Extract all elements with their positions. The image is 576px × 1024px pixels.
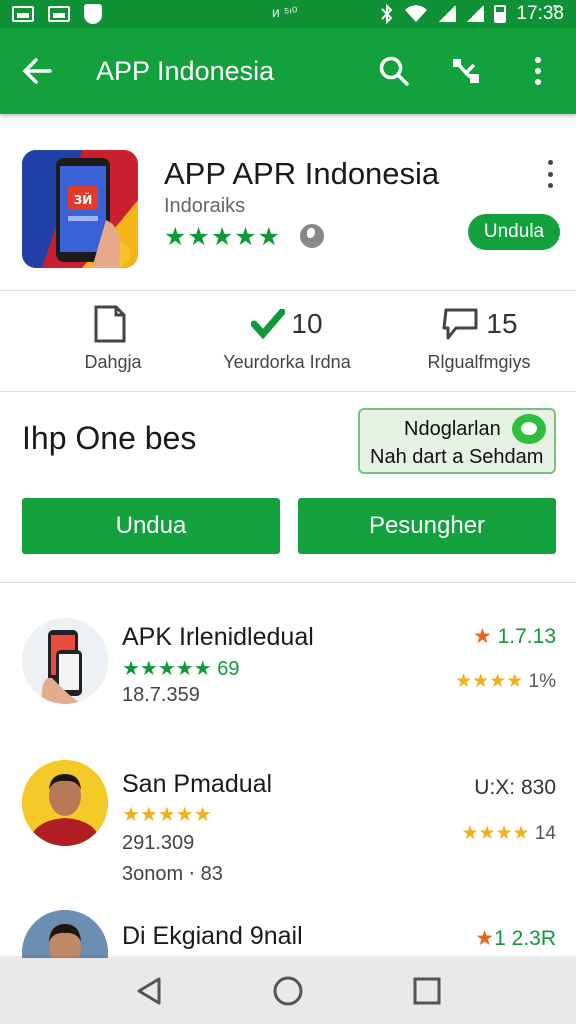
divider (0, 391, 576, 392)
list-item-rating: ★★★★★ (122, 802, 212, 827)
nav-recents-button[interactable] (407, 971, 447, 1011)
search-icon (379, 56, 409, 86)
nav-back-button[interactable] (129, 971, 169, 1011)
back-triangle-icon (137, 977, 161, 1005)
status-bar: ᴎ ⁵ᶦ⁰ 17:3̃8 (0, 0, 576, 28)
app-more-icon[interactable] (538, 160, 562, 188)
star-icon: ★ (472, 625, 492, 648)
install-button[interactable]: Undula (468, 214, 560, 250)
list-item-right-suffix: 1% (528, 671, 556, 692)
share-icon (453, 59, 479, 83)
section-title: Ihp One bes (22, 420, 197, 456)
stat-reviews: 15 Rlgualfmgiys (384, 300, 574, 373)
divider (0, 582, 576, 583)
promo-card-line2: Nah dart a Sehdam (370, 446, 544, 468)
list-item-right-stars: ★★★★ (455, 671, 524, 692)
stat-rating-label: Yeurdorka Irdna (223, 352, 351, 372)
chat-bubble-icon (512, 414, 546, 444)
stat-rating: 10 Yeurdorka Irdna (192, 300, 382, 373)
list-item-title[interactable]: San Pmadual (122, 770, 272, 799)
nav-home-button[interactable] (268, 971, 308, 1011)
battery-icon (494, 5, 507, 23)
app-bar-title: APP Indonesia (96, 55, 275, 86)
list-item-stars: ★★★★★ (122, 658, 212, 680)
secondary-big-button[interactable]: Pesungher (298, 498, 556, 554)
list-item-right-value: U:X: 830 (474, 776, 556, 800)
share-button[interactable] (448, 53, 484, 89)
stats-row: Dahgja 10 Yeurdorka Irdna 15 Rlgualfmgiy… (0, 300, 576, 380)
star-icon: ★ (475, 927, 495, 950)
list-item-right-number: 1 2.3R (494, 927, 556, 950)
install-big-button[interactable]: Undua (22, 498, 280, 554)
screen: ᴎ ⁵ᶦ⁰ 17:3̃8 APP Indonesia ЗЙ APP APR In… (0, 0, 576, 1024)
list-item-right-value: ★1 2.3R (475, 926, 556, 951)
list-item-right-value: ★ 1.7.13 (473, 624, 556, 649)
list-item-right-rating: ★★★★ 14 (461, 822, 556, 845)
clock: 17:3̃8 (516, 3, 564, 24)
status-center-text: ᴎ ⁵ᶦ⁰ (272, 4, 298, 20)
recents-square-icon (413, 977, 441, 1005)
back-button[interactable] (0, 28, 74, 114)
system-nav-bar (0, 958, 576, 1024)
photo-notification-icon (48, 6, 70, 22)
globe-icon[interactable] (300, 224, 324, 248)
stat-reviews-label: Rlgualfmgiys (427, 352, 531, 372)
app-icon: ЗЙ (22, 150, 138, 268)
list-item-title[interactable]: Di Ekgiand 9nail (122, 922, 303, 951)
signal-icon-2 (466, 6, 485, 22)
home-circle-icon (273, 976, 303, 1006)
check-icon (251, 309, 286, 339)
list-item-subtext: 291.309 (122, 832, 195, 854)
search-button[interactable] (376, 53, 412, 89)
list-item-title[interactable]: APK Irlenidledual (122, 623, 314, 652)
app-rating-stars: ★★★★★ (164, 223, 282, 251)
list-item-subtext: 18.7.359 (122, 684, 200, 706)
app-bar: APP Indonesia (0, 28, 576, 114)
signal-icon (438, 6, 457, 22)
promo-card[interactable]: Ndoglarlan Nah dart a Sehdam (358, 408, 556, 474)
list-item-right-suffix: 14 (534, 823, 556, 844)
shield-notification-icon (84, 4, 102, 24)
stat-downloads-label: Dahgja (84, 352, 142, 372)
list-item-right-stars: ★★★★ (461, 823, 530, 844)
more-vert-icon (535, 57, 541, 85)
app-name: APP APR Indonesia (164, 156, 440, 191)
list-item-rating: ★★★★★ 69 (122, 656, 239, 681)
stat-reviews-value: 15 (486, 308, 518, 339)
developer-name[interactable]: Indoraiks (164, 195, 245, 218)
back-arrow-icon (22, 58, 52, 84)
list-item-right-number: 1.7.13 (497, 625, 556, 648)
document-icon (94, 305, 126, 343)
list-item-rating-suffix: 69 (217, 658, 240, 680)
list-item-avatar[interactable] (22, 760, 108, 846)
promo-card-line1: Ndoglarlan (404, 418, 501, 440)
wifi-icon (405, 5, 428, 22)
gallery-notification-icon (12, 6, 34, 22)
stat-downloads: Dahgja (18, 300, 208, 373)
stat-rating-value: 10 (291, 308, 323, 339)
list-item-avatar[interactable] (22, 618, 108, 704)
more-options-button[interactable] (520, 53, 556, 89)
list-item-stars: ★★★★★ (122, 804, 212, 826)
list-item-right-number: U:X: 830 (474, 776, 556, 799)
comment-icon (442, 308, 478, 340)
list-item-right-rating: ★★★★ 1% (455, 670, 556, 693)
bluetooth-icon (381, 4, 393, 24)
list-item-subtext-2: 3onom ⋅ 83 (122, 863, 223, 885)
app-icon-badge-text: ЗЙ (74, 192, 93, 207)
divider (0, 290, 576, 291)
